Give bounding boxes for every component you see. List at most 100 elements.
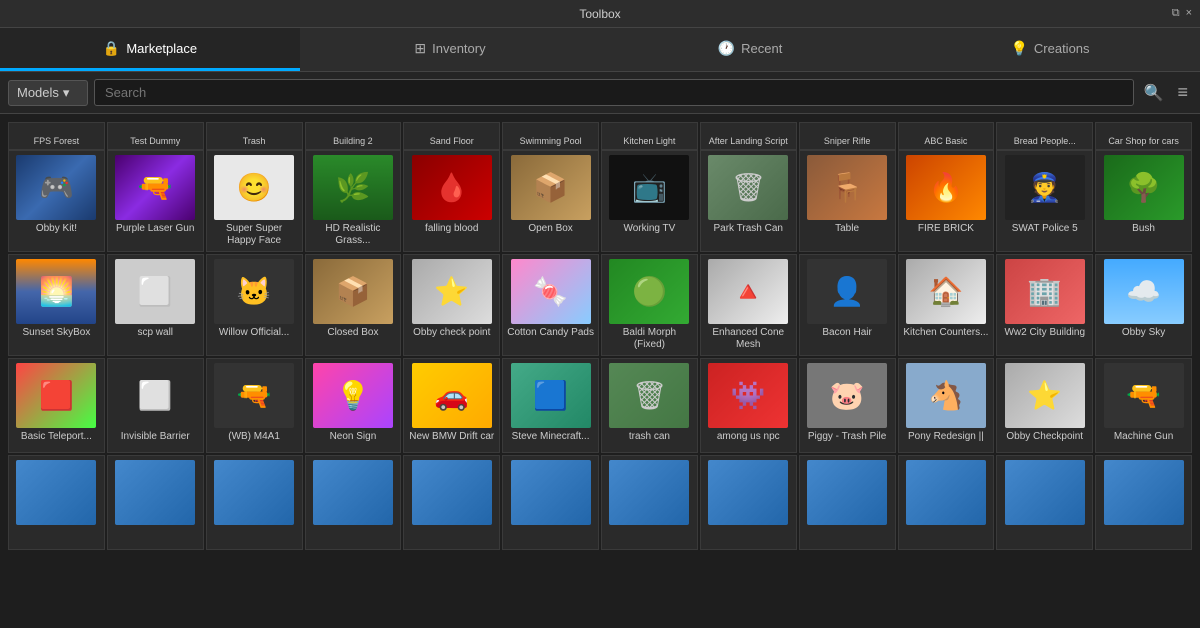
partial-item[interactable]: ABC Basic <box>898 122 995 150</box>
window-controls[interactable]: ⧉ × <box>1172 7 1192 20</box>
list-item[interactable]: 📺Working TV <box>601 150 698 252</box>
item-label: After Landing Script <box>701 136 796 147</box>
item-label: Ww2 City Building <box>1001 327 1088 339</box>
item-thumbnail: 🔥 <box>906 155 986 220</box>
item-row: 🌅Sunset SkyBox⬜ scp wall 🐱Willow Official.… <box>8 254 1192 356</box>
item-thumbnail: 🟦 <box>511 363 591 428</box>
list-item[interactable]: 🔫Machine Gun <box>1095 358 1192 453</box>
list-item[interactable]: 🔫(WB) M4A1 <box>206 358 303 453</box>
list-item[interactable] <box>107 455 204 550</box>
partial-item[interactable]: Swimming Pool <box>502 122 599 150</box>
list-item[interactable]: ☁️Obby Sky <box>1095 254 1192 356</box>
item-label: (WB) M4A1 <box>211 431 298 443</box>
list-item[interactable] <box>601 455 698 550</box>
list-item[interactable] <box>305 455 402 550</box>
list-item[interactable]: ⬜Invisible Barrier <box>107 358 204 453</box>
list-item[interactable]: 🚗New BMW Drift car <box>403 358 500 453</box>
list-item[interactable]: 🌳Bush <box>1095 150 1192 252</box>
item-thumbnail: ⭐ <box>412 259 492 324</box>
list-item[interactable]: 🪑Table <box>799 150 896 252</box>
list-item[interactable]: 🔺Enhanced Cone Mesh <box>700 254 797 356</box>
item-thumbnail <box>1104 460 1184 525</box>
list-item[interactable]: 📦 Closed Box <box>305 254 402 356</box>
list-item[interactable] <box>206 455 303 550</box>
partial-item[interactable]: Trash <box>206 122 303 150</box>
list-item[interactable]: 🌅Sunset SkyBox <box>8 254 105 356</box>
search-button[interactable]: 🔍 <box>1140 79 1168 107</box>
item-label: Closed Box <box>310 327 397 339</box>
tab-marketplace[interactable]: 🔒 Marketplace <box>0 28 300 71</box>
list-item[interactable]: ⬜ scp wall <box>107 254 204 356</box>
item-thumbnail: 🐴 <box>906 363 986 428</box>
list-item[interactable]: 🟢Baldi Morph (Fixed) <box>601 254 698 356</box>
list-item[interactable]: 👮SWAT Police 5 <box>996 150 1093 252</box>
tab-creations[interactable]: 💡 Creations <box>900 28 1200 71</box>
filter-button[interactable]: ≡ <box>1173 78 1192 107</box>
models-dropdown[interactable]: Models ▾ <box>8 80 88 106</box>
tab-inventory[interactable]: ⊞ Inventory <box>300 28 600 71</box>
list-item[interactable]: 😊Super Super Happy Face <box>206 150 303 252</box>
item-thumbnail: 🔫 <box>115 155 195 220</box>
list-item[interactable]: 🔥FIRE BRICK <box>898 150 995 252</box>
list-item[interactable]: 🌿HD Realistic Grass... <box>305 150 402 252</box>
list-item[interactable]: ⭐Obby Checkpoint <box>996 358 1093 453</box>
partial-item[interactable]: Sand Floor <box>403 122 500 150</box>
item-thumbnail: 📦 <box>313 259 393 324</box>
list-item[interactable] <box>8 455 105 550</box>
item-label: Swimming Pool <box>503 136 598 147</box>
partial-item[interactable]: Bread People... <box>996 122 1093 150</box>
item-thumbnail <box>115 460 195 525</box>
item-label: Obby Sky <box>1100 327 1187 339</box>
tab-recent[interactable]: 🕐 Recent <box>600 28 900 71</box>
restore-button[interactable]: ⧉ <box>1172 7 1180 20</box>
list-item[interactable]: 🟦Steve Minecraft... <box>502 358 599 453</box>
list-item[interactable]: 🗑trash can <box>601 358 698 453</box>
list-item[interactable] <box>799 455 896 550</box>
list-item[interactable]: 🏠Kitchen Counters... <box>898 254 995 356</box>
list-item[interactable]: 📦Open Box <box>502 150 599 252</box>
dropdown-arrow: ▾ <box>63 85 70 101</box>
list-item[interactable]: 🐷Piggy - Trash Pile <box>799 358 896 453</box>
item-thumbnail <box>609 460 689 525</box>
list-item[interactable]: 🗑Park Trash Can <box>700 150 797 252</box>
list-item[interactable]: 👤Bacon Hair <box>799 254 896 356</box>
list-item[interactable] <box>403 455 500 550</box>
creations-label: Creations <box>1034 41 1090 56</box>
list-item[interactable]: 🩸falling blood <box>403 150 500 252</box>
item-thumbnail: ⬜ <box>115 259 195 324</box>
item-label: Obby Kit! <box>13 223 100 235</box>
item-label: Open Box <box>507 223 594 235</box>
recent-label: Recent <box>741 41 782 56</box>
search-input[interactable] <box>94 79 1134 106</box>
item-thumbnail: 👤 <box>807 259 887 324</box>
list-item[interactable]: 🟥Basic Teleport... <box>8 358 105 453</box>
partial-item[interactable]: After Landing Script <box>700 122 797 150</box>
partial-item[interactable]: Test Dummy <box>107 122 204 150</box>
list-item[interactable] <box>898 455 995 550</box>
list-item[interactable]: 💡Neon Sign <box>305 358 402 453</box>
item-label: scp wall <box>112 327 199 339</box>
list-item[interactable] <box>996 455 1093 550</box>
item-label: among us npc <box>705 431 792 443</box>
marketplace-label: Marketplace <box>126 41 197 56</box>
close-button[interactable]: × <box>1186 7 1192 20</box>
list-item[interactable]: 🐱Willow Official... <box>206 254 303 356</box>
partial-item[interactable]: Sniper Rifle <box>799 122 896 150</box>
partial-item[interactable]: Kitchen Light <box>601 122 698 150</box>
list-item[interactable] <box>700 455 797 550</box>
partial-item[interactable]: FPS Forest <box>8 122 105 150</box>
list-item[interactable]: 🍬Cotton Candy Pads <box>502 254 599 356</box>
list-item[interactable]: 🐴Pony Redesign || <box>898 358 995 453</box>
partial-item[interactable]: Car Shop for cars <box>1095 122 1192 150</box>
item-row: 🎮Obby Kit!🔫Purple Laser Gun😊Super Super … <box>8 150 1192 252</box>
list-item[interactable]: ⭐Obby check point <box>403 254 500 356</box>
list-item[interactable] <box>1095 455 1192 550</box>
list-item[interactable]: 🏢Ww2 City Building <box>996 254 1093 356</box>
partial-item[interactable]: Building 2 <box>305 122 402 150</box>
item-thumbnail: 👾 <box>708 363 788 428</box>
list-item[interactable] <box>502 455 599 550</box>
list-item[interactable]: 🔫Purple Laser Gun <box>107 150 204 252</box>
list-item[interactable]: 🎮Obby Kit! <box>8 150 105 252</box>
item-label: trash can <box>606 431 693 443</box>
list-item[interactable]: 👾 among us npc <box>700 358 797 453</box>
